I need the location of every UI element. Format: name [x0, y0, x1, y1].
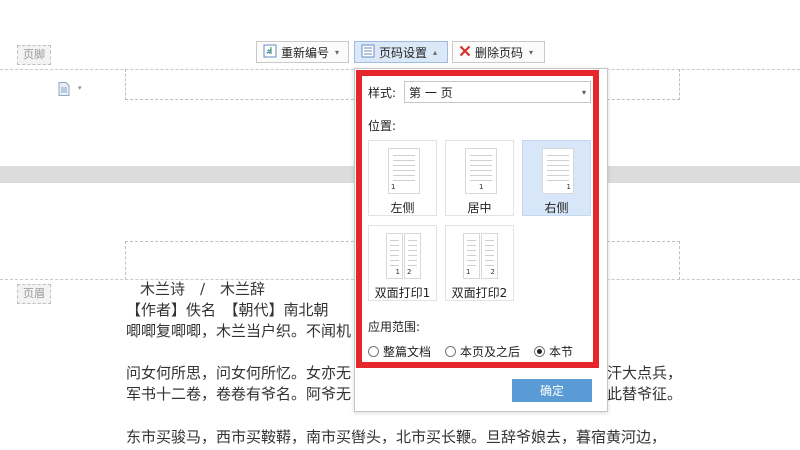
position-option-center[interactable]: 1 居中	[445, 140, 514, 216]
page-number-settings-label: 页码设置	[379, 45, 428, 60]
delete-page-number-label: 删除页码	[475, 45, 524, 60]
page-preview-icon: 1	[386, 233, 403, 279]
page-number-settings-button[interactable]: 页码设置 ▴	[354, 41, 448, 63]
position-option-duplex-1[interactable]: 1 2 双面打印1	[368, 225, 437, 301]
header-zone-tag: 页眉	[17, 284, 51, 304]
style-select-value: 第 一 页	[409, 85, 453, 100]
doc-line: 军书十二卷，卷卷有爷名。阿爷无	[126, 385, 352, 403]
scope-option-whole-document[interactable]: 整篇文档	[368, 343, 431, 360]
doc-line: 唧唧复唧唧，木兰当户织。不闻机	[126, 322, 352, 340]
page-preview-icon: 1	[388, 148, 420, 194]
position-option-label: 左侧	[390, 201, 415, 215]
page-preview-icon: 2	[404, 233, 421, 279]
doc-line: 东市买骏马，西市买鞍鞯，南市买辔头，北市买长鞭。旦辞爷娘去，暮宿黄河边，	[126, 428, 667, 446]
renumber-button[interactable]: # 重新编号 ▾	[256, 41, 349, 63]
delete-page-number-button[interactable]: 删除页码 ▾	[452, 41, 545, 63]
document-icon[interactable]	[58, 82, 70, 96]
page-preview-icon: 1	[463, 233, 480, 279]
page-preview-icon: 1	[465, 148, 497, 194]
ok-button[interactable]: 确定	[512, 379, 592, 402]
chevron-up-icon: ▴	[433, 47, 438, 57]
renumber-label: 重新编号	[281, 45, 330, 60]
renumber-icon: #	[263, 44, 277, 61]
page-preview-icon: 2	[481, 233, 498, 279]
footer-zone-tag: 页脚	[17, 45, 51, 65]
style-select[interactable]: 第 一 页 ▾	[404, 81, 591, 103]
position-option-label: 双面打印1	[374, 286, 431, 300]
page-number-settings-icon	[361, 44, 375, 61]
radio-icon	[368, 346, 379, 357]
position-option-right[interactable]: 1 右侧	[522, 140, 591, 216]
scope-option-this-section[interactable]: 本节	[534, 343, 573, 360]
position-option-label: 双面打印2	[451, 286, 508, 300]
chevron-down-icon: ▾	[581, 87, 586, 97]
page-preview-icon: 1	[542, 148, 574, 194]
document-icon-dropdown-icon[interactable]: ▾	[78, 84, 82, 92]
delete-icon	[459, 45, 471, 60]
position-label: 位置:	[368, 119, 397, 133]
position-option-label: 居中	[467, 201, 492, 215]
scope-option-label: 本页及之后	[460, 345, 521, 359]
radio-icon	[445, 346, 456, 357]
apply-scope-label: 应用范围:	[368, 320, 421, 334]
scope-option-label: 本节	[549, 345, 574, 359]
style-label: 样式:	[368, 86, 397, 100]
chevron-down-icon: ▾	[335, 47, 340, 57]
doc-line: 【作者】佚名 【朝代】南北朝	[126, 301, 329, 319]
position-option-left[interactable]: 1 左侧	[368, 140, 437, 216]
scope-option-this-page-onward[interactable]: 本页及之后	[445, 343, 520, 360]
doc-line-fragment: 此替爷征。	[607, 385, 683, 403]
radio-selected-icon	[534, 346, 545, 357]
doc-line: 问女何所思，问女何所忆。女亦无	[126, 364, 352, 382]
scope-option-label: 整篇文档	[383, 345, 432, 359]
doc-title-line: 木兰诗 / 木兰辞	[140, 280, 266, 298]
doc-line-fragment: 汗大点兵，	[607, 364, 683, 382]
position-option-duplex-2[interactable]: 1 2 双面打印2	[445, 225, 514, 301]
position-option-label: 右侧	[544, 201, 569, 215]
chevron-down-icon: ▾	[529, 47, 534, 57]
